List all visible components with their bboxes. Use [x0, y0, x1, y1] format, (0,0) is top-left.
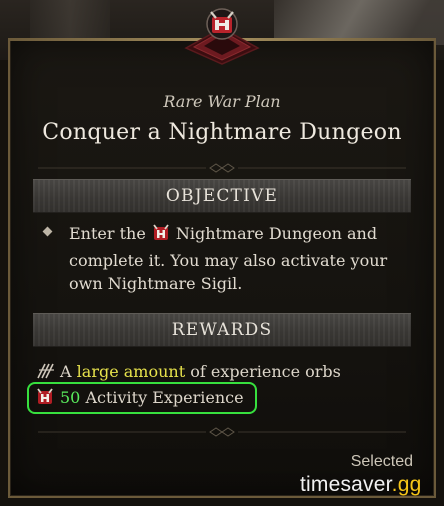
reward-activity-amount: 50	[60, 388, 81, 407]
rewards-header: REWARDS	[33, 313, 411, 347]
reward-orbs-highlight: large amount	[76, 362, 186, 381]
activity-experience-icon	[37, 388, 53, 404]
objective-header: OBJECTIVE	[33, 179, 411, 213]
watermark-accent: .gg	[391, 473, 422, 496]
reward-orbs-prefix: A	[60, 362, 72, 381]
background-left-detail	[30, 0, 110, 40]
reward-activity-label: Activity Experience	[85, 388, 244, 407]
divider-ornament-bottom	[38, 427, 406, 437]
watermark-name: timesaver	[300, 473, 392, 496]
reward-activity-experience: 50 Activity Experience	[36, 388, 244, 407]
divider-ornament	[38, 163, 406, 173]
objective-text: Enter the Nightmare Dungeon and complete…	[69, 222, 414, 296]
experience-orb-icon	[37, 363, 54, 379]
objective-text-start: Enter the	[69, 224, 146, 243]
plan-title: Conquer a Nightmare Dungeon	[42, 120, 402, 145]
war-plan-emblem-icon	[184, 8, 260, 65]
reward-experience-orbs: A large amount of experience orbs	[36, 362, 341, 381]
nightmare-dungeon-icon	[152, 224, 170, 249]
reward-orbs-suffix: of experience orbs	[190, 362, 341, 381]
watermark: timesaver.gg	[300, 473, 421, 497]
plan-rarity-subtitle: Rare War Plan	[163, 92, 281, 111]
selected-status: Selected	[350, 453, 413, 470]
